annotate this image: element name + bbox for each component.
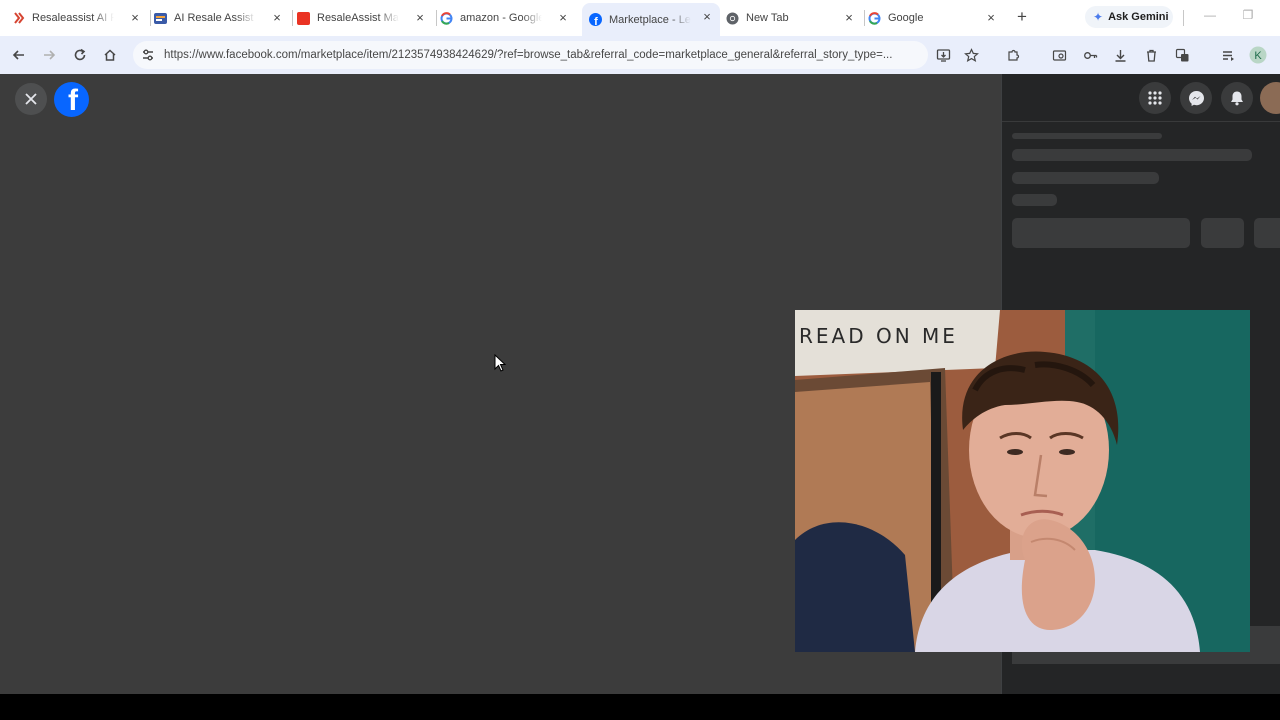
loading-skeleton-line [1012, 149, 1252, 161]
tab-strip: Resaleassist AI Pro × AI Resale Assist —… [0, 0, 1280, 36]
screenshot-icon [1052, 49, 1066, 61]
loading-skeleton-button [1254, 218, 1280, 248]
site-settings-icon[interactable] [141, 48, 155, 62]
tab-separator [292, 10, 293, 26]
star-icon [963, 47, 979, 62]
translate-button[interactable] [1172, 45, 1192, 65]
loading-skeleton-line [1012, 172, 1159, 184]
resaleassist-icon [12, 12, 25, 25]
tab-google[interactable]: Google × [868, 4, 1004, 32]
tab-new-tab[interactable]: New Tab × [726, 4, 862, 32]
resaleassist-red-icon [297, 11, 310, 25]
install-icon [936, 48, 950, 62]
tab-title: Google [888, 12, 924, 24]
close-tab-icon[interactable]: × [700, 10, 714, 24]
home-icon [104, 49, 116, 61]
new-tab-button[interactable]: + [1012, 7, 1032, 27]
translate-icon [1175, 48, 1188, 61]
reload-button[interactable] [70, 45, 90, 65]
ask-gemini-button[interactable]: ✦ Ask Gemini [1085, 6, 1173, 28]
loading-skeleton-line [1012, 194, 1057, 206]
restore-button[interactable]: ❐ [1240, 8, 1256, 22]
webcam-person-image: READ ON ME [795, 310, 1250, 652]
close-icon [25, 93, 37, 105]
google-icon [868, 11, 881, 25]
menu-grid-button[interactable] [1139, 82, 1171, 114]
tab-resaleassist-mark[interactable]: ResaleAssist Mark × [297, 4, 433, 32]
tab-title: Resaleassist AI Pro [32, 12, 114, 24]
facebook-top-nav [1002, 74, 1280, 122]
close-tab-icon[interactable]: × [556, 11, 570, 25]
tab-amazon-google[interactable]: amazon - Google × [440, 4, 576, 32]
password-key-button[interactable] [1080, 45, 1100, 65]
browser-window: Resaleassist AI Pro × AI Resale Assist —… [0, 0, 1280, 720]
delete-button[interactable] [1141, 45, 1161, 65]
forward-arrow-icon [44, 50, 56, 60]
google-icon [440, 11, 453, 25]
loading-skeleton-button [1201, 218, 1244, 248]
back-button[interactable] [9, 45, 29, 65]
facebook-logo-letter: f [68, 84, 78, 117]
forward-button[interactable] [39, 45, 59, 65]
url-text: https://www.facebook.com/marketplace/ite… [164, 49, 893, 61]
account-avatar[interactable] [1260, 82, 1280, 114]
tab-title: New Tab [746, 12, 789, 24]
messenger-button[interactable] [1180, 82, 1212, 114]
mouse-cursor-icon [494, 354, 506, 372]
loading-skeleton-line [1012, 133, 1162, 139]
ai-resale-icon [154, 12, 167, 25]
close-viewer-button[interactable] [15, 83, 47, 115]
notifications-button[interactable] [1221, 82, 1253, 114]
close-tab-icon[interactable]: × [413, 11, 427, 25]
tab-title: amazon - Google [460, 12, 542, 24]
trash-icon [1146, 49, 1156, 62]
chrome-icon [726, 12, 739, 25]
screenshot-button[interactable] [1049, 45, 1069, 65]
facebook-logo[interactable]: f [54, 82, 89, 117]
facebook-icon: f [589, 13, 602, 26]
back-arrow-icon [12, 50, 24, 60]
extensions-button[interactable] [1003, 45, 1023, 65]
tab-ai-resale-assist[interactable]: AI Resale Assist — × [154, 4, 290, 32]
webcam-overlay: READ ON ME [795, 310, 1250, 652]
svg-text:K: K [1254, 50, 1262, 62]
close-tab-icon[interactable]: × [128, 11, 142, 25]
grid-menu-icon [1148, 91, 1162, 105]
download-icon [1115, 49, 1125, 62]
tab-title: AI Resale Assist — [174, 12, 256, 24]
close-tab-icon[interactable]: × [270, 11, 284, 25]
tab-search-button[interactable] [1218, 45, 1238, 65]
puzzle-icon [1007, 49, 1019, 61]
tab-separator [1183, 10, 1184, 26]
bottom-bar [0, 694, 1280, 720]
home-button[interactable] [100, 45, 120, 65]
tab-title: Marketplace - Lea [609, 13, 691, 26]
reload-icon [74, 48, 86, 61]
svg-text:f: f [594, 16, 598, 26]
ask-gemini-label: Ask Gemini [1108, 11, 1169, 23]
gemini-star-icon: ✦ [1093, 10, 1104, 24]
bookmark-button[interactable] [961, 45, 981, 65]
tab-title: ResaleAssist Mark [317, 12, 399, 24]
tab-resaleassist-ai-pro[interactable]: Resaleassist AI Pro × [12, 4, 148, 32]
address-bar[interactable]: https://www.facebook.com/marketplace/ite… [133, 41, 928, 69]
install-app-button[interactable] [933, 45, 953, 65]
close-tab-icon[interactable]: × [984, 11, 998, 25]
close-tab-icon[interactable]: × [842, 11, 856, 25]
minimize-button[interactable]: — [1202, 8, 1218, 22]
tab-separator [436, 10, 437, 26]
browser-toolbar: https://www.facebook.com/marketplace/ite… [0, 36, 1280, 74]
downloads-button[interactable] [1110, 45, 1130, 65]
key-icon [1083, 51, 1097, 59]
profile-avatar-icon: K [1249, 46, 1267, 64]
loading-skeleton-button [1012, 218, 1190, 248]
messenger-icon [1188, 90, 1204, 106]
media-list-icon [1222, 50, 1234, 61]
tab-separator [150, 10, 151, 26]
profile-button[interactable]: K [1248, 45, 1268, 65]
bell-icon [1231, 91, 1243, 106]
svg-text:READ ON ME: READ ON ME [799, 324, 958, 348]
tab-marketplace[interactable]: f Marketplace - Lea × [582, 3, 720, 36]
tab-separator [864, 10, 865, 26]
